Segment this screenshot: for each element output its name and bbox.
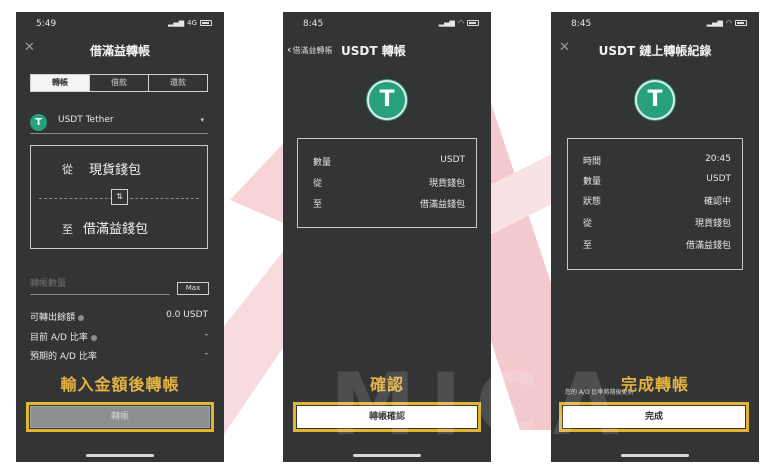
step-caption: 輸入金額後轉帳	[60, 375, 180, 394]
info-row-expected-ratio: 預期的 A/D 比率 -	[30, 349, 208, 363]
status-bar: 5:49 ▂▄▆ 4G	[16, 12, 224, 34]
chevron-down-icon: ▾	[200, 116, 204, 124]
status-bar: 8:45 ▂▄▆ ◠	[551, 12, 759, 34]
amount-input[interactable]: 轉帳數量	[30, 275, 170, 295]
status-time: 8:45	[303, 19, 324, 29]
max-button[interactable]: Max	[177, 282, 209, 295]
status-icons: ▂▄▆ 4G	[168, 19, 212, 27]
from-label: 從	[62, 163, 73, 176]
info-row-current-ratio: 目前 A/D 比率 -	[30, 330, 208, 344]
info-value: -	[204, 349, 208, 359]
coin-name: USDT Tether	[58, 115, 114, 125]
record-value: USDT	[706, 174, 731, 184]
record-value: 確認中	[703, 197, 731, 207]
record-value: 借滿益錢包	[685, 241, 731, 251]
nav-bar: ✕ 借滿益轉帳	[16, 34, 224, 64]
record-card: 時間 20:45 數量 USDT 狀態 確認中 從 現貨錢包 至 借滿益錢包	[567, 138, 743, 270]
step-caption: 確認	[369, 375, 404, 394]
battery-icon	[735, 20, 747, 26]
status-icons: ▂▄▆ ◠	[707, 19, 747, 27]
record-row: 從 現貨錢包	[583, 216, 731, 230]
tether-icon: T	[635, 80, 675, 120]
coin-select[interactable]: T USDT Tether ▾	[30, 112, 208, 134]
tab-transfer[interactable]: 轉帳	[31, 75, 89, 91]
record-row: 至 借滿益錢包	[583, 238, 731, 252]
detail-row: 至 借滿益錢包	[313, 197, 465, 211]
tether-icon: T	[367, 80, 407, 120]
wifi-icon: ◠	[457, 19, 464, 27]
back-label: 借滿益轉帳	[292, 46, 333, 55]
detail-value: 借滿益錢包	[419, 200, 465, 210]
tab-borrow[interactable]: 借款	[89, 75, 148, 91]
phone-screen-confirm: 8:45 ▂▄▆ ◠ ‹借滿益轉帳 USDT 轉帳 T 數量 USDT 從 現貨…	[283, 12, 491, 462]
nav-bar: ‹借滿益轉帳 USDT 轉帳	[283, 34, 491, 64]
info-value: -	[204, 330, 208, 340]
from-wallet[interactable]: 現貨錢包	[89, 159, 141, 178]
tether-icon: T	[30, 114, 47, 131]
detail-value: USDT	[440, 155, 465, 165]
info-icon[interactable]	[90, 334, 97, 341]
detail-label: 至	[313, 200, 323, 210]
detail-label: 數量	[313, 158, 332, 168]
info-icon[interactable]	[78, 314, 85, 321]
signal-icon: ▂▄▆	[706, 19, 723, 27]
detail-row: 數量 USDT	[313, 155, 465, 169]
home-indicator	[86, 454, 154, 457]
detail-card: 數量 USDT 從 現貨錢包 至 借滿益錢包	[297, 138, 477, 228]
record-label: 從	[583, 219, 593, 229]
page-title: USDT 轉帳	[341, 44, 406, 58]
to-label: 至	[62, 223, 73, 236]
detail-value: 現貨錢包	[428, 179, 465, 189]
info-value: 0.0 USDT	[166, 310, 208, 320]
status-time: 8:45	[571, 19, 592, 29]
network-label: 4G	[187, 19, 197, 27]
status-icons: ▂▄▆ ◠	[439, 19, 479, 27]
to-wallet[interactable]: 借滿益錢包	[83, 218, 148, 237]
record-value: 現貨錢包	[694, 219, 731, 229]
page-title: 借滿益轉帳	[89, 44, 150, 58]
highlight-frame	[26, 402, 214, 432]
record-label: 時間	[583, 157, 602, 167]
tab-bar: 轉帳 借款 還款	[30, 74, 208, 92]
highlight-frame	[559, 402, 749, 432]
status-time: 5:49	[36, 19, 57, 29]
phone-screen-record: 8:45 ▂▄▆ ◠ ✕ USDT 鏈上轉帳紀錄 T 時間 20:45 數量 U…	[551, 12, 759, 462]
info-label: 目前 A/D 比率	[30, 333, 88, 343]
record-row: 狀態 確認中	[583, 194, 731, 208]
info-row-balance: 可轉出餘額 0.0 USDT	[30, 310, 208, 324]
home-indicator	[621, 454, 689, 457]
signal-icon: ▂▄▆	[438, 19, 455, 27]
status-bar: 8:45 ▂▄▆ ◠	[283, 12, 491, 34]
record-row: 時間 20:45	[583, 154, 731, 168]
phone-screen-transfer: 5:49 ▂▄▆ 4G ✕ 借滿益轉帳 轉帳 借款 還款 T USDT Teth…	[16, 12, 224, 462]
info-label: 預期的 A/D 比率	[30, 352, 97, 362]
record-row: 數量 USDT	[583, 174, 731, 188]
battery-icon	[200, 20, 212, 26]
page-title: USDT 鏈上轉帳紀錄	[598, 44, 712, 58]
step-caption: 完成轉帳	[620, 375, 689, 394]
detail-label: 從	[313, 179, 323, 189]
wifi-icon: ◠	[725, 19, 732, 27]
nav-bar: ✕ USDT 鏈上轉帳紀錄	[551, 34, 759, 64]
info-label: 可轉出餘額	[30, 313, 76, 323]
detail-row: 從 現貨錢包	[313, 176, 465, 190]
record-label: 數量	[583, 177, 602, 187]
from-to-panel: 從 現貨錢包 ⇅ 至 借滿益錢包	[30, 145, 208, 249]
signal-icon: ▂▄▆	[167, 19, 185, 27]
tab-repay[interactable]: 還款	[148, 75, 207, 91]
record-label: 至	[583, 241, 593, 251]
battery-icon	[467, 20, 479, 26]
record-label: 狀態	[583, 197, 602, 207]
chevron-left-icon: ‹	[287, 43, 292, 56]
home-indicator	[353, 454, 421, 457]
highlight-frame	[293, 402, 481, 432]
swap-icon[interactable]: ⇅	[111, 189, 128, 205]
back-button[interactable]: ‹借滿益轉帳	[287, 43, 333, 56]
record-value: 20:45	[705, 154, 731, 164]
